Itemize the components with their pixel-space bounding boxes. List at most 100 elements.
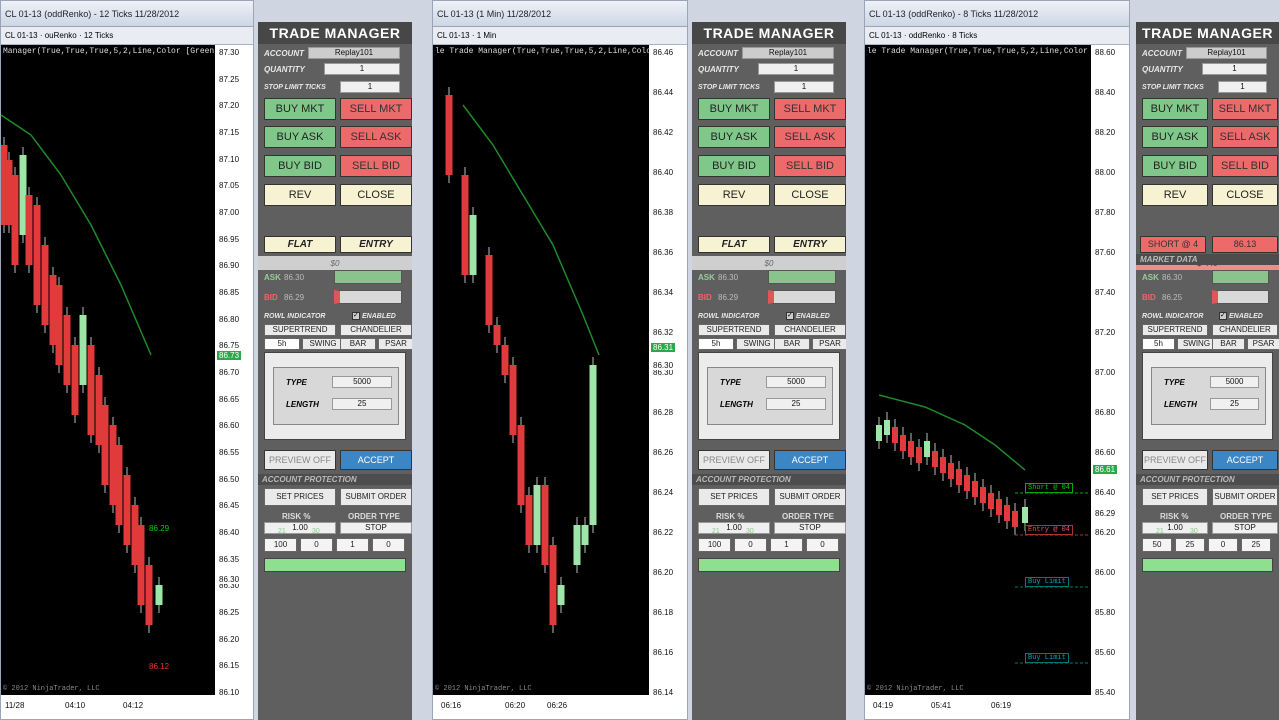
window-title-bar[interactable]: CL 01-13 (1 Min) 11/28/2012: [433, 1, 687, 27]
tab-swing[interactable]: SWING: [736, 338, 778, 350]
risk-stepper[interactable]: 1.00: [264, 522, 336, 534]
buy-market-button[interactable]: BUY MKT: [698, 98, 770, 120]
tab-chandelier[interactable]: CHANDELIER: [1212, 324, 1278, 336]
numeric-field[interactable]: 0: [372, 538, 405, 552]
buy-bid-button[interactable]: BUY BID: [264, 155, 336, 177]
set-prices-button[interactable]: SET PRICES: [264, 488, 336, 506]
chart-area[interactable]: 86.29 86.12 Manager(True,True,True,5,2,Li…: [1, 45, 215, 695]
short-order-tag[interactable]: Short @ 04: [1025, 483, 1074, 493]
account-select[interactable]: Replay101: [308, 47, 400, 59]
order-type-select[interactable]: STOP: [1212, 522, 1278, 534]
account-select[interactable]: Replay101: [742, 47, 834, 59]
length-stepper[interactable]: 25: [332, 398, 392, 410]
toolbar-instrument[interactable]: CL 01-13 · ouRenko · 12 Ticks: [5, 31, 113, 40]
chart-area[interactable]: le Trade Manager(True,True,True,5,2,Line…: [865, 45, 1091, 695]
reverse-button[interactable]: REV: [1142, 184, 1208, 206]
toolbar-instrument[interactable]: CL 01-13 · oddRenko · 8 Ticks: [869, 31, 977, 40]
tab-5h[interactable]: 5h: [698, 338, 734, 350]
numeric-field[interactable]: 0: [1208, 538, 1238, 552]
tab-bar[interactable]: BAR: [340, 338, 376, 350]
preview-toggle-button[interactable]: PREVIEW OFF: [264, 450, 336, 470]
numeric-field[interactable]: 0: [300, 538, 333, 552]
submit-order-button[interactable]: SUBMIT ORDER: [340, 488, 412, 506]
enabled-checkbox[interactable]: ✓: [786, 312, 794, 320]
tab-chandelier[interactable]: CHANDELIER: [774, 324, 846, 336]
tab-5h[interactable]: 5h: [264, 338, 300, 350]
reverse-button[interactable]: REV: [264, 184, 336, 206]
buy-limit-tag-2[interactable]: Buy Limit: [1025, 653, 1069, 663]
entry-button[interactable]: ENTRY: [774, 236, 846, 253]
account-select[interactable]: Replay101: [1186, 47, 1267, 59]
window-title-bar[interactable]: CL 01-13 (oddRenko) - 12 Ticks 11/28/201…: [1, 1, 253, 27]
set-prices-button[interactable]: SET PRICES: [698, 488, 770, 506]
chart-area[interactable]: le Trade Manager(True,True,True,5,2,Line…: [433, 45, 649, 695]
toolbar-instrument[interactable]: CL 01-13 · 1 Min: [437, 31, 496, 40]
price-axis[interactable]: 87.30 87.25 87.20 87.15 87.10 87.05 87.00 86.95…: [215, 45, 253, 697]
sell-market-button[interactable]: SELL MKT: [340, 98, 412, 120]
tab-psar[interactable]: PSAR: [378, 338, 412, 350]
enabled-checkbox[interactable]: ✓: [352, 312, 360, 320]
stop-limit-stepper[interactable]: 1: [340, 81, 400, 93]
stop-limit-stepper[interactable]: 1: [1218, 81, 1267, 93]
quantity-stepper[interactable]: 1: [758, 63, 834, 75]
accept-button[interactable]: ACCEPT: [1212, 450, 1278, 470]
buy-ask-button[interactable]: BUY ASK: [264, 126, 336, 148]
numeric-field[interactable]: 0: [806, 538, 839, 552]
submit-order-button[interactable]: SUBMIT ORDER: [774, 488, 846, 506]
type-select[interactable]: 5000: [1210, 376, 1259, 388]
price-axis[interactable]: 86.46 86.44 86.42 86.40 86.38 86.36 86.34 86.32…: [649, 45, 687, 697]
flat-button[interactable]: FLAT: [264, 236, 336, 253]
length-stepper[interactable]: 25: [766, 398, 826, 410]
buy-bid-button[interactable]: BUY BID: [698, 155, 770, 177]
stop-limit-stepper[interactable]: 1: [774, 81, 834, 93]
buy-limit-tag-1[interactable]: Buy Limit: [1025, 577, 1069, 587]
numeric-field[interactable]: 25: [1175, 538, 1205, 552]
order-type-select[interactable]: STOP: [774, 522, 846, 534]
enabled-checkbox[interactable]: ✓: [1219, 312, 1227, 320]
buy-bid-button[interactable]: BUY BID: [1142, 155, 1208, 177]
accept-button[interactable]: ACCEPT: [774, 450, 846, 470]
close-button[interactable]: CLOSE: [774, 184, 846, 206]
quantity-stepper[interactable]: 1: [324, 63, 400, 75]
sell-ask-button[interactable]: SELL ASK: [340, 126, 412, 148]
window-title-bar[interactable]: CL 01-13 (oddRenko) - 8 Ticks 11/28/2012: [865, 1, 1129, 27]
sell-ask-button[interactable]: SELL ASK: [774, 126, 846, 148]
risk-stepper[interactable]: 1.00: [698, 522, 770, 534]
set-prices-button[interactable]: SET PRICES: [1142, 488, 1208, 506]
numeric-field[interactable]: 0: [734, 538, 767, 552]
tab-5h[interactable]: 5h: [1142, 338, 1175, 350]
entry-button[interactable]: ENTRY: [340, 236, 412, 253]
tab-swing[interactable]: SWING: [302, 338, 344, 350]
risk-stepper[interactable]: 1.00: [1142, 522, 1208, 534]
sell-bid-button[interactable]: SELL BID: [340, 155, 412, 177]
tab-swing[interactable]: SWING: [1177, 338, 1216, 350]
sell-bid-button[interactable]: SELL BID: [774, 155, 846, 177]
buy-market-button[interactable]: BUY MKT: [1142, 98, 1208, 120]
preview-toggle-button[interactable]: PREVIEW OFF: [1142, 450, 1208, 470]
sell-market-button[interactable]: SELL MKT: [1212, 98, 1278, 120]
tab-chandelier[interactable]: CHANDELIER: [340, 324, 412, 336]
tab-supertrend[interactable]: SUPERTREND: [264, 324, 336, 336]
numeric-field[interactable]: 100: [264, 538, 297, 552]
length-stepper[interactable]: 25: [1210, 398, 1259, 410]
close-button[interactable]: CLOSE: [1212, 184, 1278, 206]
tab-psar[interactable]: PSAR: [812, 338, 846, 350]
price-axis[interactable]: 88.60 88.40 88.20 88.00 87.80 87.60 87.40 87.20…: [1091, 45, 1129, 697]
entry-order-tag[interactable]: Entry @ 04: [1025, 525, 1074, 535]
quantity-stepper[interactable]: 1: [1202, 63, 1267, 75]
flat-button[interactable]: FLAT: [698, 236, 770, 253]
numeric-field[interactable]: 50: [1142, 538, 1172, 552]
buy-ask-button[interactable]: BUY ASK: [698, 126, 770, 148]
numeric-field[interactable]: 1: [770, 538, 803, 552]
tab-psar[interactable]: PSAR: [1247, 338, 1279, 350]
tab-bar[interactable]: BAR: [774, 338, 810, 350]
type-select[interactable]: 5000: [766, 376, 826, 388]
buy-ask-button[interactable]: BUY ASK: [1142, 126, 1208, 148]
submit-order-button[interactable]: SUBMIT ORDER: [1212, 488, 1278, 506]
accept-button[interactable]: ACCEPT: [340, 450, 412, 470]
order-type-select[interactable]: STOP: [340, 522, 412, 534]
reverse-button[interactable]: REV: [698, 184, 770, 206]
close-button[interactable]: CLOSE: [340, 184, 412, 206]
tab-supertrend[interactable]: SUPERTREND: [698, 324, 770, 336]
sell-ask-button[interactable]: SELL ASK: [1212, 126, 1278, 148]
